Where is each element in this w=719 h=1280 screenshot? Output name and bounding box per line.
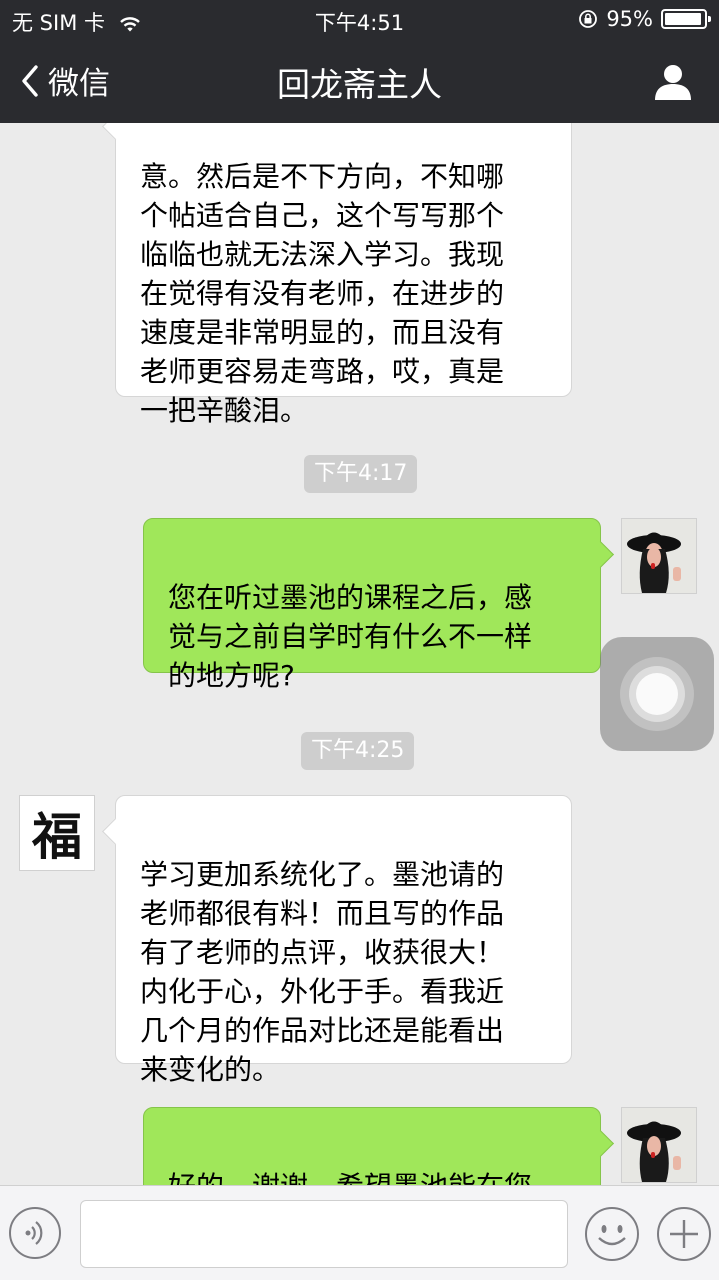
message-text: 意。然后是不下方向，不知哪 个帖适合自己，这个写写那个 临临也就无法深入学习。我… <box>140 160 505 427</box>
page-title: 回龙斋主人 <box>277 65 442 104</box>
avatar-self[interactable] <box>621 518 697 594</box>
person-icon[interactable] <box>653 62 693 102</box>
chat-area[interactable]: 意。然后是不下方向，不知哪 个帖适合自己，这个写写那个 临临也就无法深入学习。我… <box>0 123 719 1185</box>
avatar-photo <box>622 1108 696 1182</box>
avatar-self[interactable] <box>621 1107 697 1183</box>
lock-rotation-icon <box>579 10 598 28</box>
status-right: 95% <box>578 7 711 31</box>
message-text: 好的，谢谢。希望墨池能在您 学习书法的道路上更多地帮到 <box>168 1170 532 1185</box>
battery-percent: 95% <box>606 7 653 31</box>
message-text: 学习更加系统化了。墨池请的 老师都很有料！而且写的作品 有了老师的点评，收获很大… <box>140 858 505 1086</box>
status-bar: 无 SIM 卡 下午4:51 95% <box>0 0 719 40</box>
battery-fill <box>665 13 701 25</box>
calligraphy-avatar: 福 <box>20 796 94 870</box>
svg-text:福: 福 <box>31 807 82 866</box>
plus-icon[interactable] <box>656 1206 712 1262</box>
avatar-photo <box>622 519 696 593</box>
message-bubble-incoming[interactable]: 意。然后是不下方向，不知哪 个帖适合自己，这个写写那个 临临也就无法深入学习。我… <box>115 123 572 427</box>
message-input[interactable] <box>80 1200 568 1268</box>
emoji-icon[interactable] <box>584 1206 640 1262</box>
timestamp: 下午4:17 <box>304 455 418 493</box>
voice-icon[interactable] <box>8 1206 62 1260</box>
message-bubble-outgoing[interactable]: 您在听过墨池的课程之后，感 觉与之前自学时有什么不一样 的地方呢? <box>143 518 601 692</box>
message-bubble-incoming[interactable]: 学习更加系统化了。墨池请的 老师都很有料！而且写的作品 有了老师的点评，收获很大… <box>115 795 572 1086</box>
message-bubble-outgoing[interactable]: 好的，谢谢。希望墨池能在您 学习书法的道路上更多地帮到 <box>143 1107 601 1185</box>
input-bar <box>0 1185 719 1280</box>
nav-bar: 微信 回龙斋主人 <box>0 40 719 123</box>
timestamp: 下午4:25 <box>301 732 415 770</box>
avatar-contact[interactable]: 福 <box>19 795 95 871</box>
battery-icon <box>661 9 711 29</box>
assistive-touch-button[interactable] <box>600 637 714 751</box>
message-text: 您在听过墨池的课程之后，感 觉与之前自学时有什么不一样 的地方呢? <box>168 581 533 692</box>
